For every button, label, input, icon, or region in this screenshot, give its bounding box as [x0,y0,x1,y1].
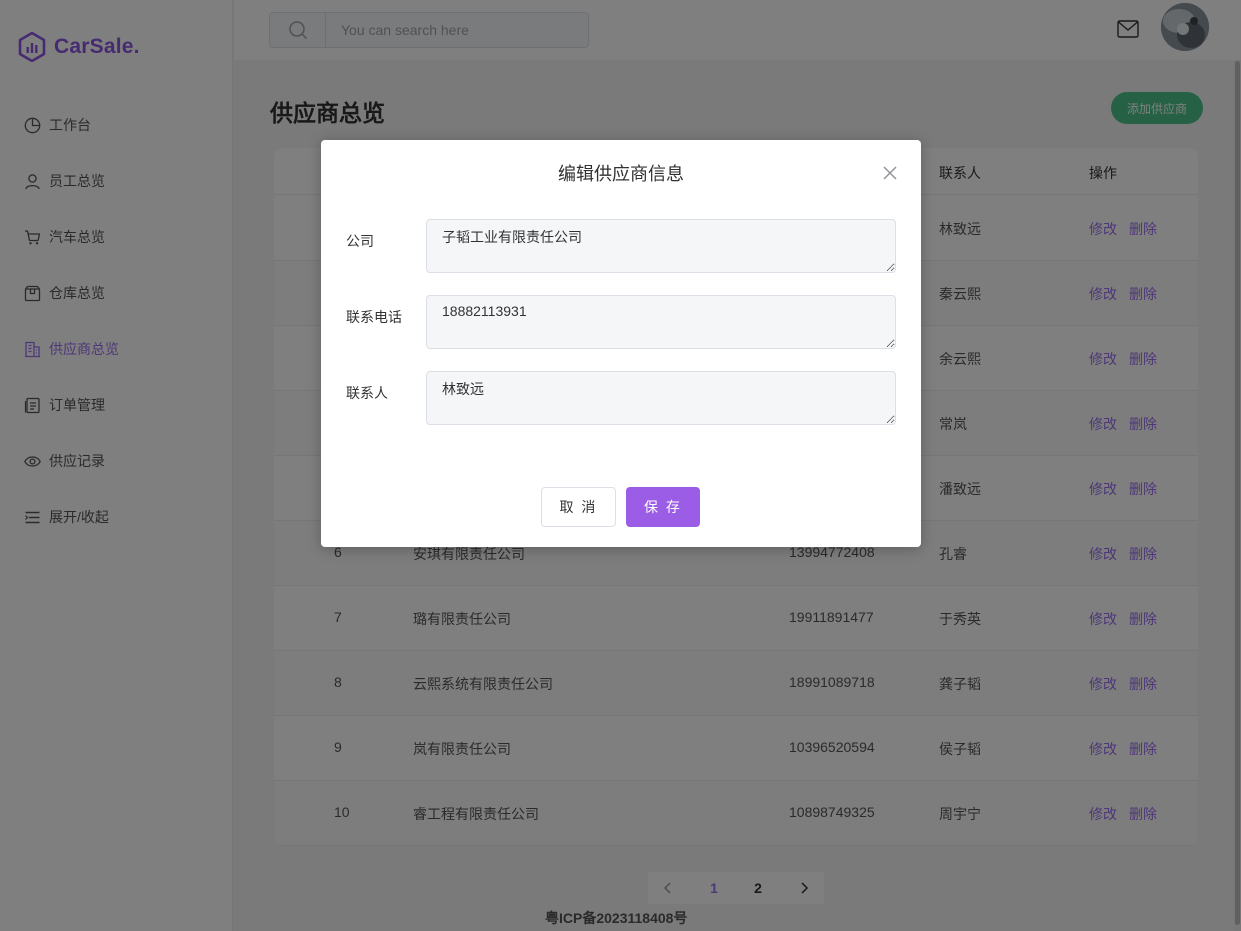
edit-supplier-dialog: 编辑供应商信息 公司 子韬工业有限责任公司 联系电话 18882113931 联… [321,140,921,547]
company-field[interactable]: 子韬工业有限责任公司 [426,219,896,273]
phone-field[interactable]: 18882113931 [426,295,896,349]
company-label: 公司 [346,233,374,249]
contact-field[interactable]: 林致远 [426,371,896,425]
phone-label: 联系电话 [346,309,402,325]
save-button[interactable]: 保 存 [626,487,700,527]
close-icon[interactable] [882,165,898,181]
dialog-title: 编辑供应商信息 [558,164,684,184]
contact-label: 联系人 [346,385,388,401]
cancel-button[interactable]: 取 消 [541,487,616,527]
